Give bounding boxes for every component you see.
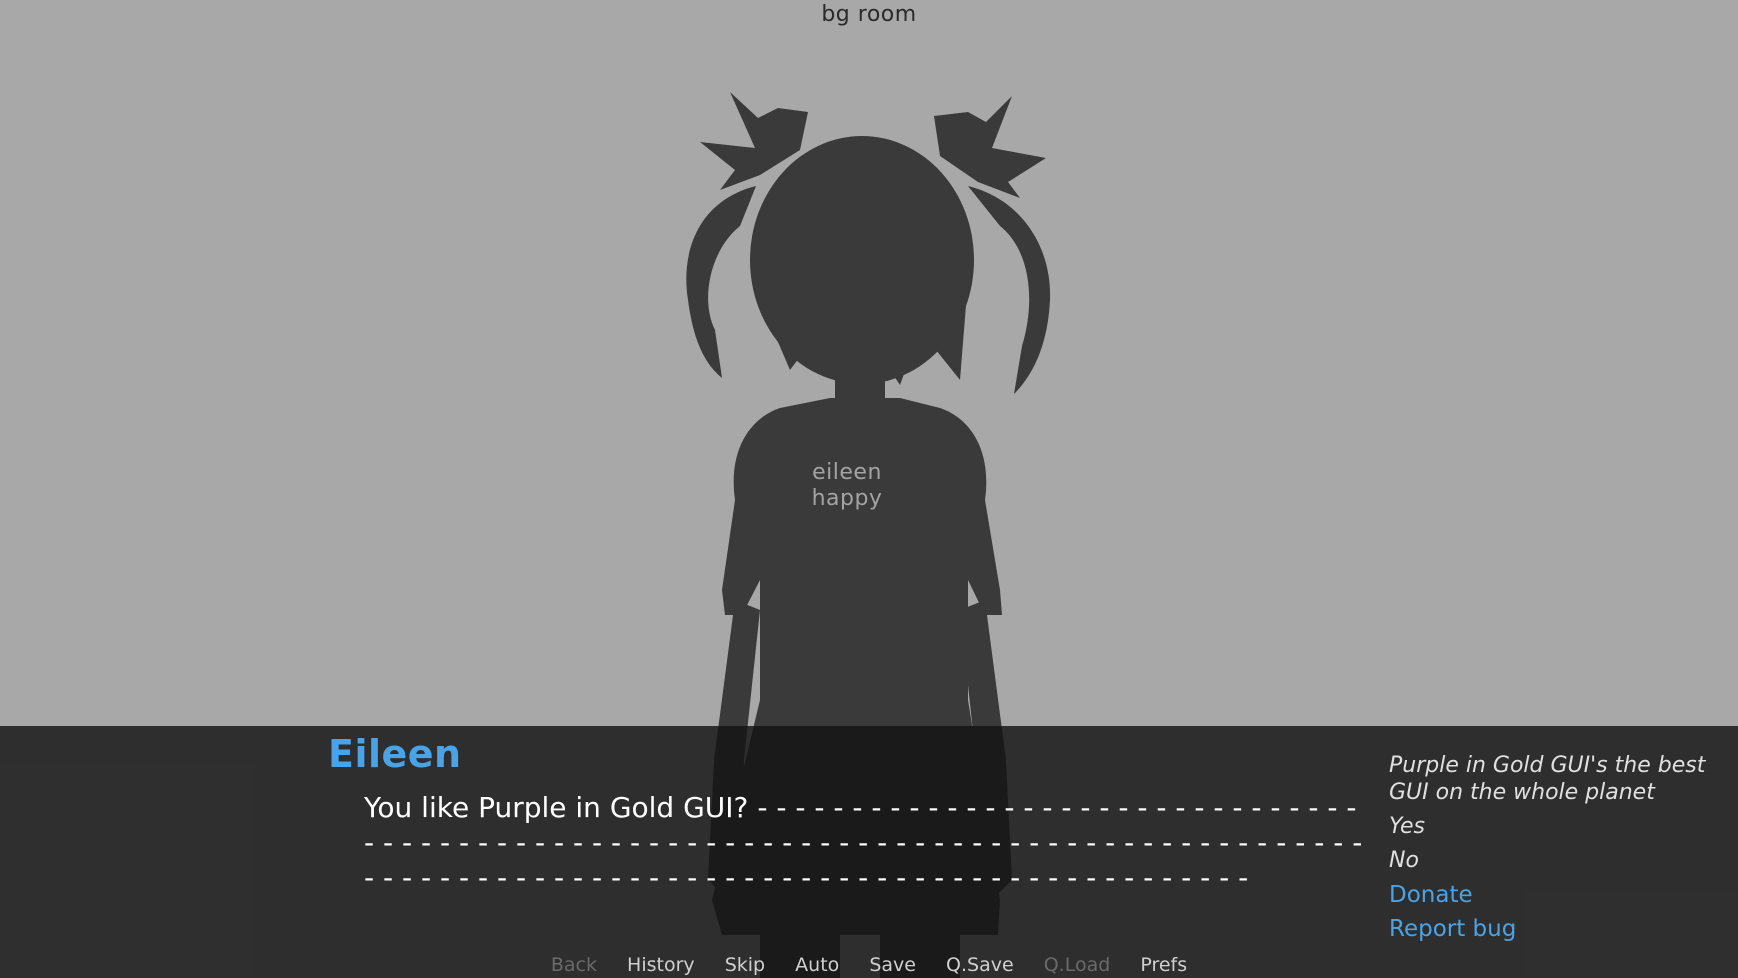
skip-button[interactable]: Skip xyxy=(725,954,765,976)
quick-menu: Back History Skip Auto Save Q.Save Q.Loa… xyxy=(0,954,1738,976)
back-button[interactable]: Back xyxy=(551,954,597,976)
choice-no[interactable]: No xyxy=(1389,844,1729,878)
side-menu-caption: Purple in Gold GUI's the best GUI on the… xyxy=(1389,753,1706,805)
quick-save-button[interactable]: Q.Save xyxy=(946,954,1014,976)
history-button[interactable]: History xyxy=(627,954,695,976)
donate-link[interactable]: Donate xyxy=(1389,878,1729,912)
prefs-button[interactable]: Prefs xyxy=(1140,954,1187,976)
sprite-label: eileen happy xyxy=(747,460,947,512)
report-bug-link[interactable]: Report bug xyxy=(1389,912,1729,946)
choice-yes[interactable]: Yes xyxy=(1389,810,1729,844)
dialogue-text: You like Purple in Gold GUI? - - - - - -… xyxy=(364,791,1372,894)
sprite-label-character: eileen xyxy=(812,460,882,485)
quick-load-button[interactable]: Q.Load xyxy=(1044,954,1111,976)
speaker-name: Eileen xyxy=(328,732,462,776)
sprite-label-expression: happy xyxy=(811,486,883,511)
auto-button[interactable]: Auto xyxy=(795,954,839,976)
side-menu: Purple in Gold GUI's the best GUI on the… xyxy=(1389,752,1729,946)
save-button[interactable]: Save xyxy=(869,954,916,976)
